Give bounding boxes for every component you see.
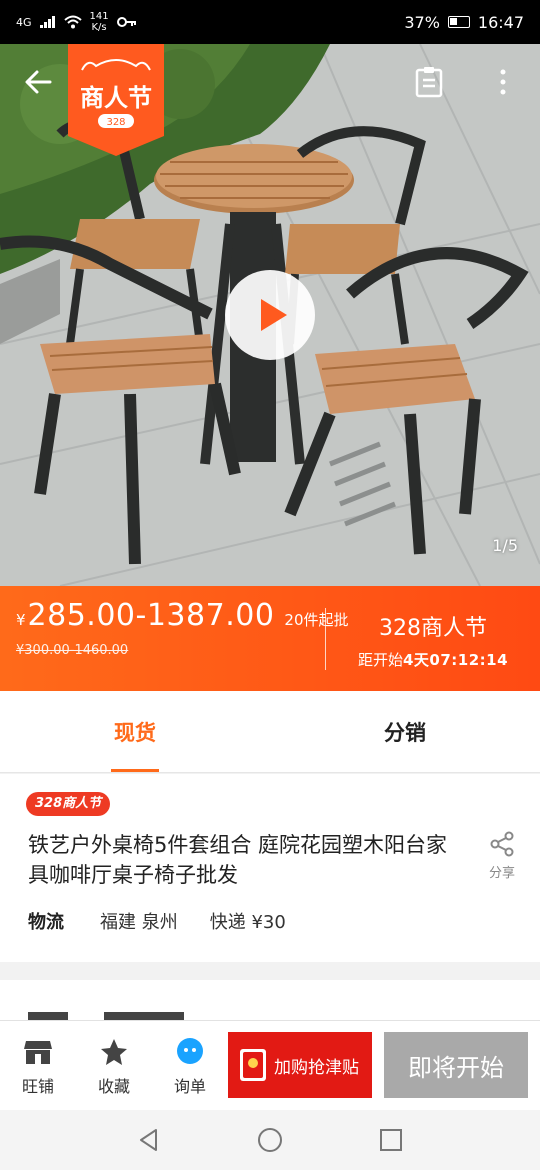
price-banner: ¥ 285.00-1387.00 20件起批 ¥300.00-1460.00 3… bbox=[0, 586, 540, 691]
inquiry-label: 询单 bbox=[173, 1077, 206, 1096]
logistics-row: 物流 福建 泉州 快递 ¥30 bbox=[28, 908, 286, 934]
badge-sub: 328 bbox=[106, 117, 125, 128]
merchant-festival-badge: 商人节 328 bbox=[68, 44, 164, 156]
clipped-text-fragment bbox=[28, 1012, 184, 1020]
nav-home-icon[interactable] bbox=[257, 1127, 283, 1153]
price-range: 285.00-1387.00 bbox=[27, 598, 275, 633]
share-label: 分享 bbox=[488, 866, 515, 881]
share-button[interactable]: 分享 bbox=[482, 830, 522, 881]
clipboard-icon[interactable] bbox=[414, 66, 444, 98]
countdown: 距开始4天07:12:14 bbox=[326, 649, 540, 670]
star-icon bbox=[101, 1039, 127, 1065]
product-detail-page: 4G 141 K/s 37% 16:47 商人节 328 1/5 ¥ 285.0… bbox=[0, 0, 540, 1170]
red-envelope-icon bbox=[240, 1049, 266, 1081]
status-left: 4G 141 K/s bbox=[16, 11, 137, 33]
wifi-icon bbox=[63, 15, 82, 29]
shop-label: 旺铺 bbox=[21, 1077, 54, 1096]
image-counter: 1/5 bbox=[492, 536, 518, 555]
logistics-shipping: 快递 ¥30 bbox=[209, 912, 286, 933]
chat-bubble-icon bbox=[177, 1038, 203, 1064]
promo-tag: 328商人节 bbox=[26, 792, 111, 816]
net-speed-unit: K/s bbox=[91, 22, 107, 33]
signal-icon bbox=[39, 16, 55, 28]
original-price: ¥300.00-1460.00 bbox=[16, 643, 129, 658]
coming-soon-button[interactable]: 即将开始 bbox=[384, 1032, 528, 1098]
add-cart-subsidy-button[interactable]: 加购抢津贴 bbox=[228, 1032, 372, 1098]
countdown-label: 距开始 bbox=[357, 651, 403, 669]
tab-in-stock[interactable]: 现货 bbox=[0, 691, 270, 772]
tab-distribution[interactable]: 分销 bbox=[270, 691, 540, 772]
subsidy-label: 加购抢津贴 bbox=[274, 1057, 359, 1078]
status-bar: 4G 141 K/s 37% 16:47 bbox=[0, 0, 540, 44]
favorite-button[interactable]: 收藏 bbox=[84, 1037, 144, 1097]
status-right: 37% 16:47 bbox=[404, 13, 524, 32]
stock-tabs: 现货 分销 bbox=[0, 691, 540, 773]
storefront-icon bbox=[24, 1041, 52, 1064]
battery-percent: 37% bbox=[404, 12, 440, 32]
nav-back-icon[interactable] bbox=[136, 1127, 162, 1153]
battery-icon bbox=[447, 16, 470, 28]
network-indicator: 4G bbox=[16, 15, 32, 29]
net-speed: 141 K/s bbox=[90, 11, 109, 33]
bottom-action-bar: 旺铺 收藏 询单 加购抢津贴 即将开始 bbox=[0, 1020, 540, 1110]
logistics-location: 福建 泉州 bbox=[100, 912, 178, 933]
badge-shape: 商人节 328 bbox=[68, 44, 164, 156]
badge-title: 商人节 bbox=[80, 84, 152, 112]
currency-symbol: ¥ bbox=[16, 611, 26, 629]
next-section-peek bbox=[0, 980, 540, 1020]
clock: 16:47 bbox=[477, 12, 524, 32]
product-title: 铁艺户外桌椅5件套组合 庭院花园塑木阳台家具咖啡厅桌子椅子批发 bbox=[28, 833, 448, 887]
countdown-value: 4天07:12:14 bbox=[402, 651, 509, 669]
nav-recents-icon[interactable] bbox=[378, 1127, 404, 1153]
price-block: ¥ 285.00-1387.00 20件起批 ¥300.00-1460.00 bbox=[16, 598, 349, 658]
play-video-button[interactable] bbox=[225, 270, 315, 360]
favorite-label: 收藏 bbox=[97, 1077, 130, 1096]
more-vertical-icon[interactable] bbox=[488, 66, 518, 98]
price-main: ¥ 285.00-1387.00 20件起批 bbox=[16, 598, 349, 633]
product-info: 328商人节 铁艺户外桌椅5件套组合 庭院花园塑木阳台家具咖啡厅桌子椅子批发 分… bbox=[0, 774, 540, 962]
net-speed-value: 141 bbox=[89, 11, 109, 22]
logistics-label: 物流 bbox=[28, 912, 64, 933]
shop-button[interactable]: 旺铺 bbox=[8, 1037, 68, 1097]
share-icon bbox=[490, 831, 514, 857]
product-image-carousel[interactable]: 商人节 328 1/5 bbox=[0, 44, 540, 586]
inquiry-button[interactable]: 询单 bbox=[160, 1037, 220, 1097]
back-arrow-icon[interactable] bbox=[20, 64, 56, 100]
system-nav-bar bbox=[0, 1110, 540, 1170]
event-name: 328商人节 bbox=[379, 616, 487, 641]
key-icon bbox=[116, 17, 136, 27]
